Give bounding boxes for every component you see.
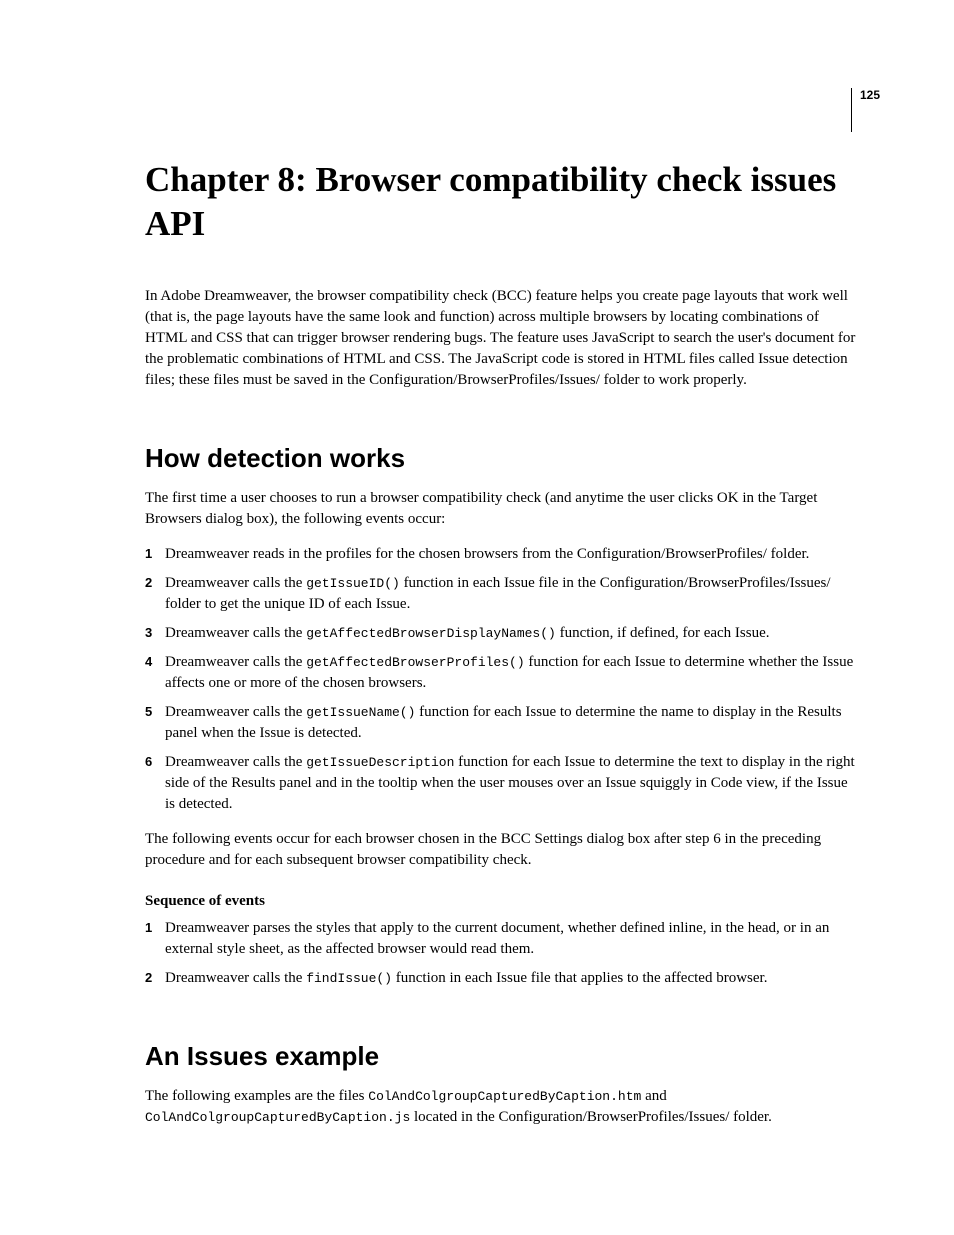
code-inline: getIssueName() [306, 705, 415, 720]
intro-paragraph: In Adobe Dreamweaver, the browser compat… [145, 286, 858, 391]
step-text: Dreamweaver calls the [165, 754, 306, 770]
step-text: Dreamweaver calls the [165, 970, 306, 986]
step-text: function in each Issue file that applies… [392, 970, 767, 986]
step-text: Dreamweaver calls the [165, 575, 306, 591]
section-how-detection-works: How detection works [145, 443, 858, 474]
code-inline: ColAndColgroupCapturedByCaption.js [145, 1110, 410, 1125]
text: and [641, 1088, 666, 1104]
step-text: Dreamweaver reads in the profiles for th… [165, 546, 809, 562]
page-number: 125 [851, 88, 880, 132]
list-item: Dreamweaver parses the styles that apply… [145, 918, 858, 960]
text: located in the Configuration/BrowserProf… [410, 1109, 772, 1125]
issues-example-paragraph: The following examples are the files Col… [145, 1086, 858, 1128]
code-inline: findIssue() [306, 971, 392, 986]
step-text: Dreamweaver parses the styles that apply… [165, 920, 829, 957]
code-inline: ColAndColgroupCapturedByCaption.htm [368, 1089, 641, 1104]
step-text: Dreamweaver calls the [165, 625, 306, 641]
list-item: Dreamweaver calls the getIssueName() fun… [145, 702, 858, 744]
chapter-title: Chapter 8: Browser compatibility check i… [145, 158, 858, 246]
page: 125 Chapter 8: Browser compatibility che… [0, 0, 954, 1235]
step-text: function, if defined, for each Issue. [556, 625, 770, 641]
text: The following examples are the files [145, 1088, 368, 1104]
step-text: Dreamweaver calls the [165, 654, 306, 670]
code-inline: getIssueID() [306, 576, 400, 591]
code-inline: getAffectedBrowserProfiles() [306, 655, 524, 670]
section1-lead: The first time a user chooses to run a b… [145, 488, 858, 530]
page-number-value: 125 [860, 88, 880, 102]
list-item: Dreamweaver calls the getIssueID() funct… [145, 573, 858, 615]
list-item: Dreamweaver calls the getAffectedBrowser… [145, 652, 858, 694]
list-item: Dreamweaver reads in the profiles for th… [145, 544, 858, 565]
sequence-steps-list: Dreamweaver parses the styles that apply… [145, 918, 858, 989]
sequence-subheading: Sequence of events [145, 893, 858, 910]
list-item: Dreamweaver calls the findIssue() functi… [145, 968, 858, 989]
step-text: Dreamweaver calls the [165, 704, 306, 720]
code-inline: getIssueDescription [306, 755, 454, 770]
list-item: Dreamweaver calls the getAffectedBrowser… [145, 623, 858, 644]
section1-trail: The following events occur for each brow… [145, 829, 858, 871]
list-item: Dreamweaver calls the getIssueDescriptio… [145, 752, 858, 815]
section-issues-example: An Issues example [145, 1041, 858, 1072]
code-inline: getAffectedBrowserDisplayNames() [306, 626, 556, 641]
detection-steps-list: Dreamweaver reads in the profiles for th… [145, 544, 858, 815]
